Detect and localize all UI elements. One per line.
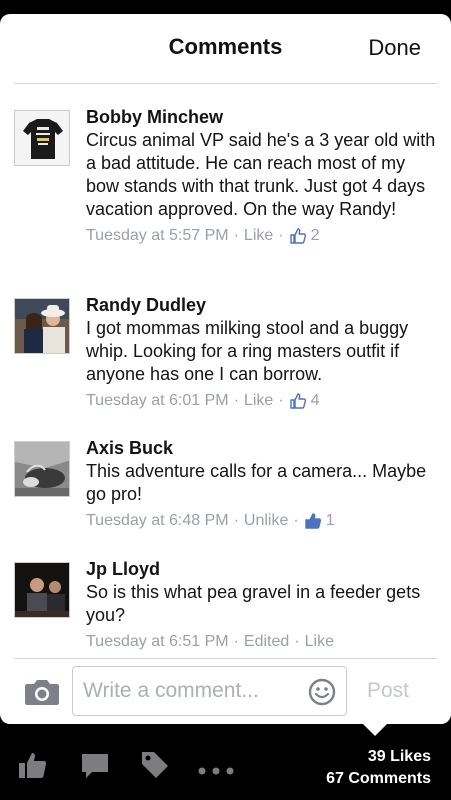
like-count-value: 1 [325, 512, 335, 529]
more-button[interactable] [198, 762, 234, 780]
avatar[interactable] [14, 562, 70, 618]
thumbs-up-icon [289, 228, 306, 244]
comment-text: I got mommas milking stool and a buggy w… [86, 318, 409, 384]
like-action[interactable]: Like [244, 226, 273, 246]
bottom-toolbar: 39 Likes 67 Comments [0, 730, 451, 800]
comments-count[interactable]: 67 Comments [326, 768, 431, 790]
comment-text: Circus animal VP said he's a 3 year old … [86, 130, 436, 219]
like-count-value: 4 [310, 392, 320, 409]
comment-body: Axis Buck This adventure calls for a cam… [86, 437, 436, 531]
header: Comments Done [0, 14, 451, 84]
like-button[interactable] [18, 750, 48, 785]
separator: · [278, 392, 284, 409]
avatar[interactable] [14, 110, 70, 166]
post-button[interactable]: Post [367, 679, 409, 703]
done-button[interactable]: Done [368, 35, 421, 61]
avatar[interactable] [14, 298, 70, 354]
more-icon [198, 767, 234, 775]
likes-count[interactable]: 39 Likes [326, 746, 431, 768]
comment-body: Bobby Minchew Circus animal VP said he's… [86, 106, 436, 246]
reaction-stats[interactable]: 39 Likes 67 Comments [326, 746, 431, 790]
separator: · [233, 633, 239, 650]
separator: · [233, 512, 239, 529]
comment-meta: Tuesday at 6:51 PM · Edited · Like [86, 632, 436, 652]
comment-meta: Tuesday at 6:48 PM · Unlike · 1 [86, 511, 436, 531]
separator: · [293, 512, 299, 529]
camera-icon [25, 680, 59, 705]
comment-composer: Post [0, 666, 451, 722]
like-count-value: 2 [310, 227, 320, 244]
comment-time: Tuesday at 6:51 PM [86, 633, 229, 650]
header-divider [14, 83, 437, 84]
comment-input-box[interactable] [72, 666, 347, 716]
tag-icon [142, 752, 168, 778]
camera-button[interactable] [24, 678, 60, 711]
thumbs-up-icon [305, 513, 321, 529]
separator: · [278, 227, 284, 244]
edited-label[interactable]: Edited [244, 632, 289, 652]
separator: · [233, 227, 239, 244]
separator: · [294, 633, 300, 650]
like-action[interactable]: Like [244, 391, 273, 411]
comment-author[interactable]: Jp Lloyd [86, 558, 436, 580]
avatar[interactable] [14, 441, 70, 497]
like-icon [19, 753, 47, 778]
comment-icon [82, 754, 108, 778]
comment-text: This adventure calls for a camera... May… [86, 461, 427, 504]
comment-author[interactable]: Axis Buck [86, 437, 436, 459]
comment-text: So is this what pea gravel in a feeder g… [86, 582, 421, 625]
like-count[interactable]: 4 [289, 391, 320, 411]
composer-divider [14, 658, 437, 659]
like-count[interactable]: 2 [289, 226, 320, 246]
comment-body: Randy Dudley I got mommas milking stool … [86, 294, 436, 411]
comments-sheet: Comments Done Bobby Minchew Circus anima… [0, 14, 451, 724]
tag-button[interactable] [140, 750, 170, 785]
separator: · [233, 392, 239, 409]
comment-author[interactable]: Bobby Minchew [86, 106, 436, 128]
screen: Comments Done Bobby Minchew Circus anima… [0, 0, 451, 800]
comment-meta: Tuesday at 6:01 PM · Like · 4 [86, 391, 436, 411]
sticker-button[interactable] [308, 678, 336, 711]
comment-time: Tuesday at 5:57 PM [86, 227, 229, 244]
smiley-icon [308, 678, 336, 706]
comment-meta: Tuesday at 5:57 PM · Like · 2 [86, 226, 436, 246]
comment-author[interactable]: Randy Dudley [86, 294, 436, 316]
comment-time: Tuesday at 6:01 PM [86, 392, 229, 409]
comment-button[interactable] [80, 750, 110, 785]
thumbs-up-icon [289, 393, 306, 409]
comment-input[interactable] [83, 677, 293, 705]
like-action[interactable]: Like [305, 632, 334, 652]
like-count[interactable]: 1 [304, 511, 335, 531]
unlike-action[interactable]: Unlike [244, 511, 288, 531]
comment-body: Jp Lloyd So is this what pea gravel in a… [86, 558, 436, 652]
comment-time: Tuesday at 6:48 PM [86, 512, 229, 529]
